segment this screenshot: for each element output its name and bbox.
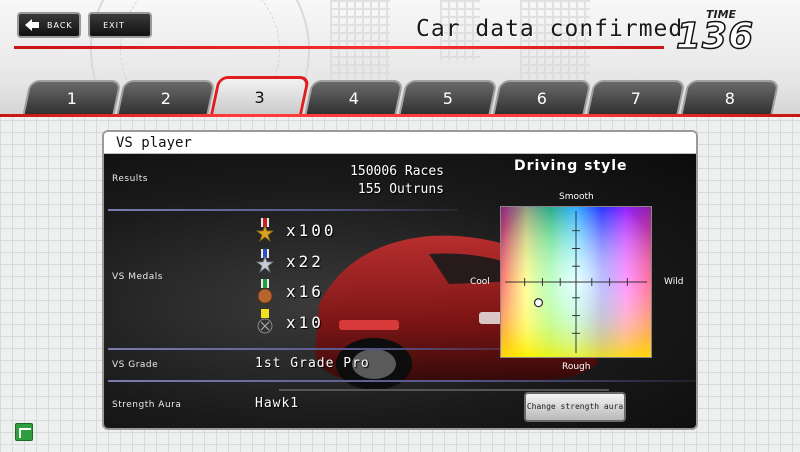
strength-aura-label: Strength Aura [112, 400, 182, 410]
panel-title: VS player [104, 132, 696, 154]
tab-label: 7 [630, 89, 641, 108]
gold-medal-count: x100 [286, 221, 337, 240]
black-medal-count: x10 [286, 313, 324, 332]
change-strength-aura-button[interactable]: Change strength aura [524, 392, 626, 422]
tab-label: 2 [160, 89, 171, 108]
tabs-underline [0, 114, 800, 117]
network-logo-icon [15, 423, 33, 441]
vs-grade-label: VS Grade [112, 360, 159, 370]
tab-4[interactable]: 4 [304, 80, 404, 116]
vs-medals-label: VS Medals [112, 272, 163, 282]
results-label: Results [112, 174, 148, 184]
tab-label: 8 [724, 89, 735, 108]
black-medal-icon [257, 309, 273, 334]
wild-label: Wild [664, 277, 684, 287]
car-slot-tabs: 1 2 3 4 5 6 7 8 [0, 76, 800, 116]
page-title: Car data confirmed [416, 16, 684, 42]
title-underline [14, 46, 664, 49]
row-separator [108, 348, 548, 350]
panel-body: Results 150006 Races 155 Outruns VS Meda… [104, 154, 696, 428]
rough-label: Rough [562, 362, 591, 372]
tab-label: 3 [254, 88, 265, 107]
back-button[interactable]: BACK [17, 12, 81, 38]
time-counter: 136 [675, 15, 755, 58]
tab-3[interactable]: 3 [209, 76, 311, 116]
tab-7[interactable]: 7 [586, 80, 686, 116]
row-separator [108, 380, 696, 382]
cool-label: Cool [470, 277, 490, 287]
exit-button-label: EXIT [103, 20, 125, 30]
driving-style-chart [500, 206, 652, 358]
tab-5[interactable]: 5 [398, 80, 498, 116]
driving-style-marker [533, 298, 544, 308]
results-races: 150006 Races [350, 164, 444, 179]
smooth-label: Smooth [559, 192, 594, 202]
tab-label: 4 [348, 89, 359, 108]
tab-1[interactable]: 1 [22, 80, 122, 116]
back-button-label: BACK [47, 20, 73, 30]
row-separator [108, 209, 458, 211]
tab-2[interactable]: 2 [116, 80, 216, 116]
strength-aura-value: Hawk1 [255, 396, 300, 411]
tab-label: 6 [536, 89, 547, 108]
bronze-medal-count: x16 [286, 282, 324, 301]
driving-style-title: Driving style [514, 158, 628, 174]
gold-medal-icon [255, 218, 275, 243]
exit-button[interactable]: EXIT [88, 12, 152, 38]
vs-grade-value: 1st Grade Pro [255, 356, 370, 371]
silver-medal-count: x22 [286, 252, 324, 271]
tab-6[interactable]: 6 [492, 80, 592, 116]
tab-label: 1 [66, 89, 77, 108]
bronze-medal-icon [257, 279, 273, 304]
tab-label: 5 [442, 89, 453, 108]
building-decoration [330, 0, 390, 80]
results-outruns: 155 Outruns [357, 182, 444, 197]
back-arrow-icon [25, 19, 39, 31]
tab-8[interactable]: 8 [680, 80, 780, 116]
vs-player-panel: VS player Results 150006 Races 155 Outru… [102, 130, 698, 430]
silver-medal-icon [255, 249, 275, 274]
